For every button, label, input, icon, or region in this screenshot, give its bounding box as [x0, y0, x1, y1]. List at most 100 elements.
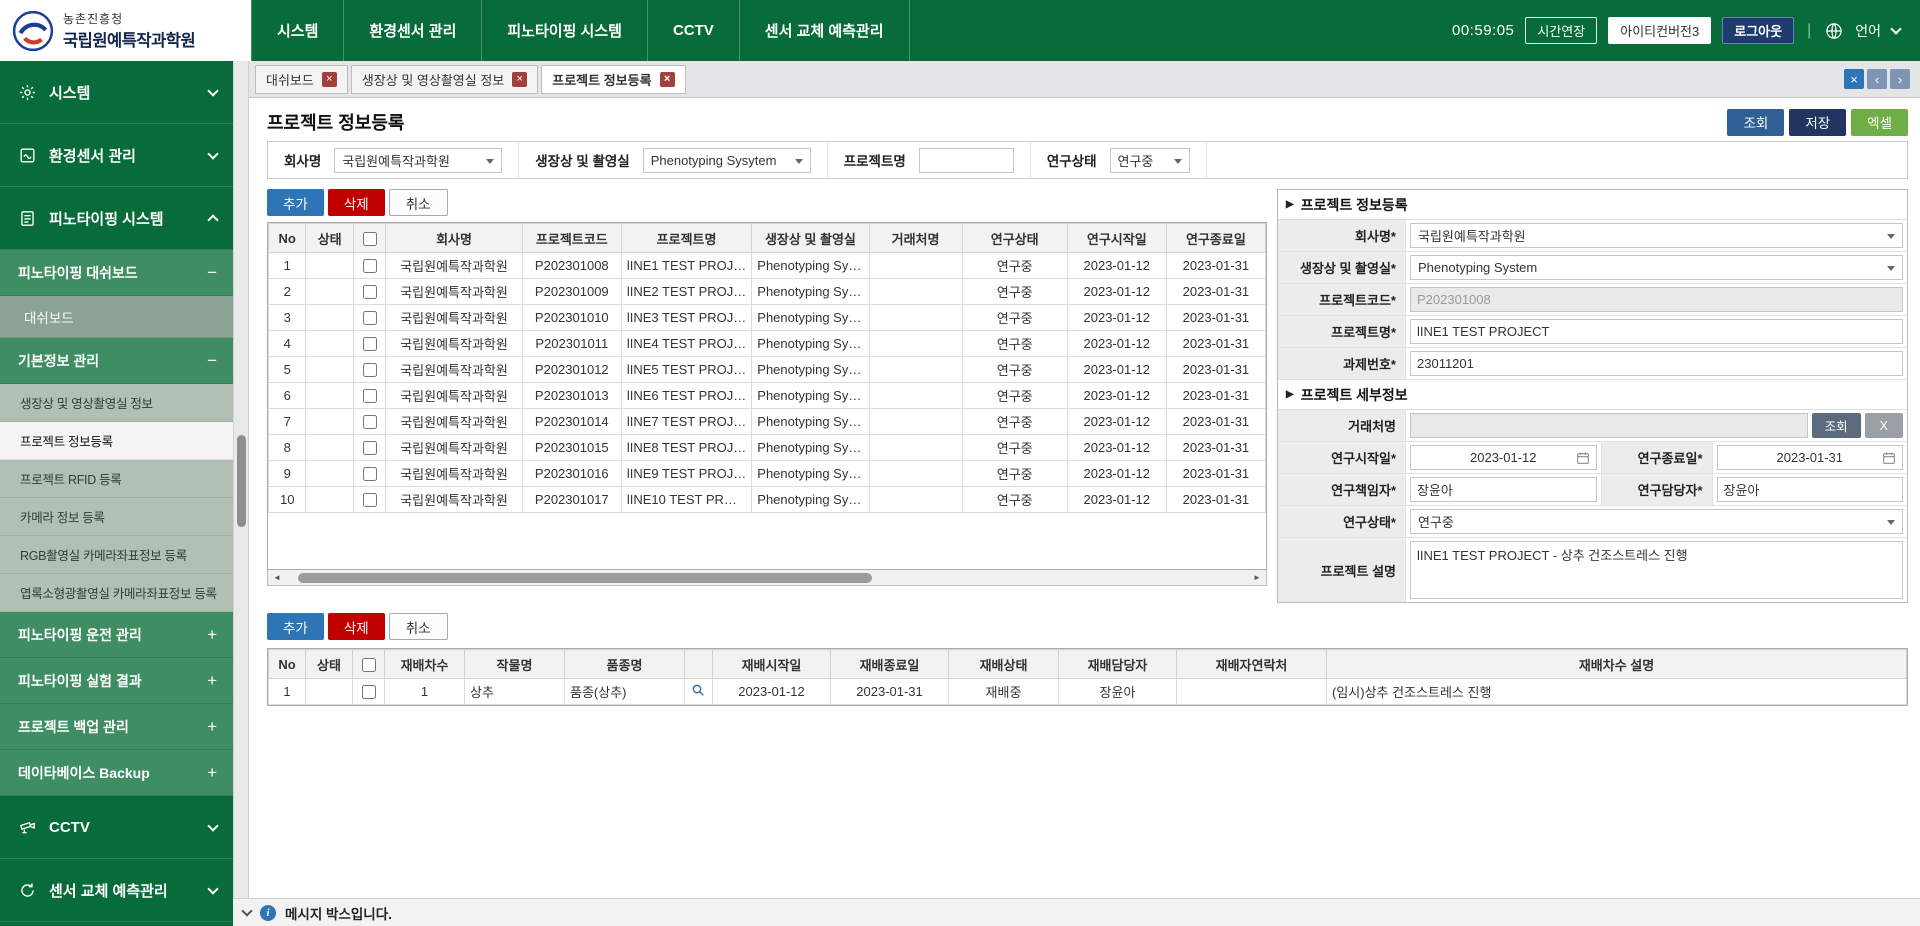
calendar-icon[interactable]: [1575, 450, 1591, 466]
add-button[interactable]: 추가: [267, 189, 324, 216]
status-filter-select[interactable]: 연구중: [1110, 148, 1190, 173]
task-number-field[interactable]: [1410, 351, 1903, 376]
calendar-icon[interactable]: [1881, 450, 1897, 466]
row-checkbox[interactable]: [363, 311, 377, 325]
add-button[interactable]: 추가: [267, 613, 324, 640]
sidebar-item-13[interactable]: 피노타이핑 운전 관리+: [0, 612, 233, 658]
scroll-left-icon[interactable]: ◄: [268, 570, 286, 585]
project-name-input[interactable]: [919, 148, 1014, 173]
row-checkbox[interactable]: [363, 415, 377, 429]
project-name-field[interactable]: [1410, 319, 1903, 344]
company-filter-select[interactable]: 국립원예특작과학원: [334, 148, 502, 173]
chevron-down-icon[interactable]: [243, 910, 251, 915]
scroll-right-icon[interactable]: ►: [1248, 570, 1266, 585]
nav-item-1[interactable]: 시스템: [252, 0, 344, 61]
cultivation-grid-row[interactable]: 11상추품종(상추)2023-01-122023-01-31재배중장윤아(임시)…: [269, 679, 1907, 705]
delete-button[interactable]: 삭제: [328, 189, 385, 216]
close-tab-icon[interactable]: ×: [660, 72, 675, 87]
manager-field[interactable]: [1717, 477, 1904, 502]
row-checkbox[interactable]: [363, 389, 377, 403]
project-grid-row[interactable]: 1국립원예특작과학원P202301008lINE1 TEST PROJECTPh…: [269, 253, 1266, 279]
sidebar-item-15[interactable]: 프로젝트 백업 관리+: [0, 704, 233, 750]
chevron-down-icon[interactable]: [1890, 23, 1901, 34]
select-all-checkbox[interactable]: [362, 658, 376, 672]
close-tab-icon[interactable]: ×: [512, 72, 527, 87]
project-grid-row[interactable]: 8국립원예특작과학원P202301015lINE8 TEST PROJECTPh…: [269, 435, 1266, 461]
nav-item-3[interactable]: 피노타이핑 시스템: [482, 0, 648, 61]
sidebar-item-16[interactable]: 데이타베이스 Backup+: [0, 750, 233, 796]
delete-button[interactable]: 삭제: [328, 613, 385, 640]
select-all-checkbox[interactable]: [363, 232, 377, 246]
sidebar-item-5[interactable]: 대쉬보드: [0, 296, 233, 338]
row-checkbox[interactable]: [363, 441, 377, 455]
sidebar-item-2[interactable]: 환경센서 관리: [0, 124, 233, 187]
cell-variety-search[interactable]: [685, 679, 713, 705]
sidebar-item-1[interactable]: 시스템: [0, 61, 233, 124]
close-all-tabs-button[interactable]: ×: [1844, 69, 1864, 89]
cancel-button[interactable]: 취소: [389, 189, 448, 216]
row-checkbox[interactable]: [363, 467, 377, 481]
sidebar-item-8[interactable]: 프로젝트 정보등록: [0, 422, 233, 460]
hscroll-thumb[interactable]: [298, 573, 873, 583]
start-date-input[interactable]: 2023-01-12: [1410, 445, 1597, 470]
end-date-input[interactable]: 2023-01-31: [1717, 445, 1904, 470]
project-grid-row[interactable]: 7국립원예특작과학원P202301014lINE7 TEST PROJECTPh…: [269, 409, 1266, 435]
save-button[interactable]: 저장: [1789, 109, 1846, 136]
row-checkbox[interactable]: [363, 337, 377, 351]
project-desc-field[interactable]: lINE1 TEST PROJECT - 상추 건조스트레스 진행: [1410, 541, 1903, 599]
company-select[interactable]: 국립원예특작과학원: [1410, 223, 1903, 248]
tab-next-button[interactable]: ›: [1890, 69, 1910, 89]
leader-field[interactable]: [1410, 477, 1597, 502]
room-filter-select[interactable]: Phenotyping Sysytem: [643, 148, 811, 173]
sidebar-item-18[interactable]: 센서 교체 예측관리: [0, 859, 233, 922]
tab-1[interactable]: 대쉬보드×: [255, 65, 348, 94]
nav-item-4[interactable]: CCTV: [648, 0, 740, 61]
row-checkbox[interactable]: [363, 259, 377, 273]
tab-prev-button[interactable]: ‹: [1867, 69, 1887, 89]
tab-3[interactable]: 프로젝트 정보등록×: [541, 65, 685, 94]
project-grid-row[interactable]: 4국립원예특작과학원P202301011lINE4 TEST PROJECTPh…: [269, 331, 1266, 357]
sidebar-item-17[interactable]: CCTV: [0, 796, 233, 859]
search-button[interactable]: 조회: [1727, 109, 1784, 136]
project-grid-row[interactable]: 3국립원예특작과학원P202301010lINE3 TEST PROJECTPh…: [269, 305, 1266, 331]
cancel-button[interactable]: 취소: [389, 613, 448, 640]
sidebar-item-12[interactable]: 엽록소형광촬영실 카메라좌표정보 등록: [0, 574, 233, 612]
project-grid-row[interactable]: 9국립원예특작과학원P202301016lINE9 TEST PROJECTPh…: [269, 461, 1266, 487]
excel-button[interactable]: 엑셀: [1851, 109, 1908, 136]
sidebar-item-10[interactable]: 카메라 정보 등록: [0, 498, 233, 536]
sidebar-item-6[interactable]: 기본정보 관리−: [0, 338, 233, 384]
hscroll-track[interactable]: [288, 573, 1246, 583]
row-checkbox[interactable]: [362, 685, 376, 699]
research-status-select[interactable]: 연구중: [1410, 509, 1903, 534]
sidebar-item-4[interactable]: 피노타이핑 대쉬보드−: [0, 250, 233, 296]
project-grid-row[interactable]: 6국립원예특작과학원P202301013lINE6 TEST PROJECTPh…: [269, 383, 1266, 409]
magnifier-icon[interactable]: [690, 682, 707, 699]
project-grid-row[interactable]: 10국립원예특작과학원P202301017lINE10 TEST PROJE..…: [269, 487, 1266, 513]
sidebar-item-9[interactable]: 프로젝트 RFID 등록: [0, 460, 233, 498]
sidebar-item-14[interactable]: 피노타이핑 실험 결과+: [0, 658, 233, 704]
extend-time-button[interactable]: 시간연장: [1525, 17, 1597, 44]
nav-item-2[interactable]: 환경센서 관리: [344, 0, 482, 61]
sidebar-item-11[interactable]: RGB촬영실 카메라좌표정보 등록: [0, 536, 233, 574]
project-grid-hscrollbar[interactable]: ◄ ►: [267, 570, 1267, 586]
row-checkbox[interactable]: [363, 493, 377, 507]
sidebar-scrollbar[interactable]: [233, 61, 249, 898]
sidebar-item-7[interactable]: 생장상 및 영상촬영실 정보: [0, 384, 233, 422]
scrollbar-thumb[interactable]: [237, 435, 246, 527]
logo[interactable]: 농촌진흥청 국립원예특작과학원: [0, 0, 251, 61]
row-checkbox[interactable]: [363, 285, 377, 299]
sidebar-item-3[interactable]: 피노타이핑 시스템: [0, 187, 233, 250]
user-button[interactable]: 아이티컨버전3: [1608, 17, 1711, 44]
project-grid-row[interactable]: 2국립원예특작과학원P202301009lINE2 TEST PROJECTPh…: [269, 279, 1266, 305]
client-clear-button[interactable]: X: [1865, 413, 1903, 438]
logout-button[interactable]: 로그아웃: [1722, 17, 1794, 44]
globe-icon[interactable]: [1824, 21, 1844, 41]
room-select[interactable]: Phenotyping System: [1410, 255, 1903, 280]
nav-item-5[interactable]: 센서 교체 예측관리: [740, 0, 910, 61]
client-search-button[interactable]: 조회: [1812, 413, 1861, 438]
close-tab-icon[interactable]: ×: [322, 72, 337, 87]
project-grid-row[interactable]: 5국립원예특작과학원P202301012lINE5 TEST PROJECTPh…: [269, 357, 1266, 383]
language-label[interactable]: 언어: [1855, 21, 1881, 41]
row-checkbox[interactable]: [363, 363, 377, 377]
tab-2[interactable]: 생장상 및 영상촬영실 정보×: [351, 65, 538, 94]
